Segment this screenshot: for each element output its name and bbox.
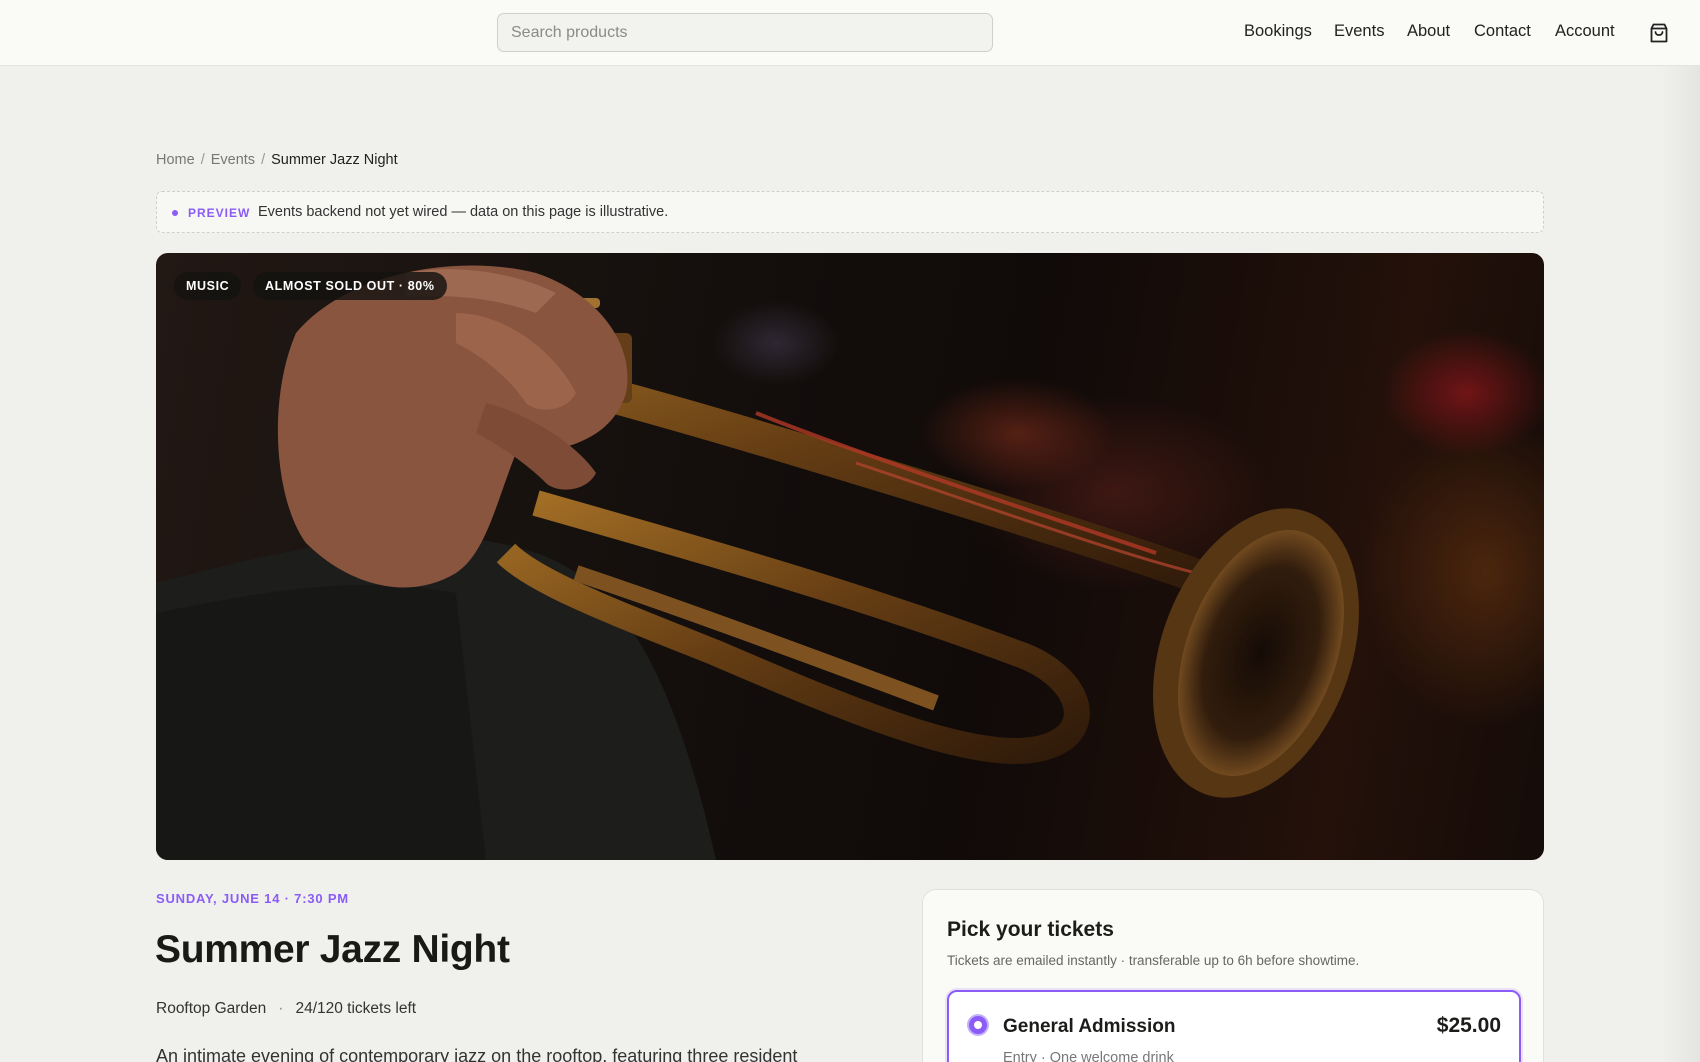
preview-message: Events backend not yet wired — data on t… xyxy=(258,204,669,220)
edge-shade xyxy=(1660,66,1700,1062)
event-date: SUNDAY, JUNE 14 · 7:30 PM xyxy=(156,891,349,906)
event-title: Summer Jazz Night xyxy=(155,928,510,971)
nav-events[interactable]: Events xyxy=(1334,22,1384,41)
event-hero-image: MUSIC ALMOST SOLD OUT · 80% xyxy=(156,253,1544,860)
status-dot-icon xyxy=(172,210,178,216)
breadcrumb: Home / Events / Summer Jazz Night xyxy=(156,152,398,168)
availability-badge: ALMOST SOLD OUT · 80% xyxy=(253,272,447,300)
ticket-option-price: $25.00 xyxy=(1436,1014,1501,1037)
nav-bookings[interactable]: Bookings xyxy=(1244,22,1312,41)
ticket-picker-heading: Pick your tickets xyxy=(947,918,1114,941)
tickets-left: 24/120 tickets left xyxy=(295,1000,417,1017)
breadcrumb-home[interactable]: Home xyxy=(156,152,195,168)
nav-account[interactable]: Account xyxy=(1555,22,1615,41)
ticket-picker-card: Pick your tickets Tickets are emailed in… xyxy=(922,889,1544,1062)
event-meta: Rooftop Garden · 24/120 tickets left xyxy=(156,1000,416,1018)
event-description: An intimate evening of contemporary jazz… xyxy=(156,1046,798,1062)
ticket-option-general-admission[interactable]: General Admission $25.00 Entry · One wel… xyxy=(947,990,1521,1062)
meta-separator: · xyxy=(278,1000,284,1017)
preview-notice: PREVIEW Events backend not yet wired — d… xyxy=(156,191,1544,233)
radio-selected-icon[interactable] xyxy=(967,1014,989,1036)
breadcrumb-events[interactable]: Events xyxy=(211,152,255,168)
ticket-option-detail: Entry · One welcome drink xyxy=(1003,1050,1174,1062)
breadcrumb-current: Summer Jazz Night xyxy=(271,152,398,168)
ticket-picker-subtitle: Tickets are emailed instantly · transfer… xyxy=(947,953,1360,968)
ticket-option-name: General Admission xyxy=(1003,1016,1176,1037)
breadcrumb-separator: / xyxy=(261,152,266,168)
category-badge: MUSIC xyxy=(174,272,242,300)
shopping-bag-icon[interactable] xyxy=(1648,22,1670,44)
nav-contact[interactable]: Contact xyxy=(1474,22,1531,41)
top-header: Bookings Events About Contact Account xyxy=(0,0,1700,66)
event-venue: Rooftop Garden xyxy=(156,1000,267,1017)
breadcrumb-separator: / xyxy=(200,152,205,168)
search-input[interactable] xyxy=(497,13,993,52)
trumpet-photo xyxy=(156,253,1544,860)
nav-about[interactable]: About xyxy=(1407,22,1450,41)
preview-tag: PREVIEW xyxy=(188,206,251,220)
